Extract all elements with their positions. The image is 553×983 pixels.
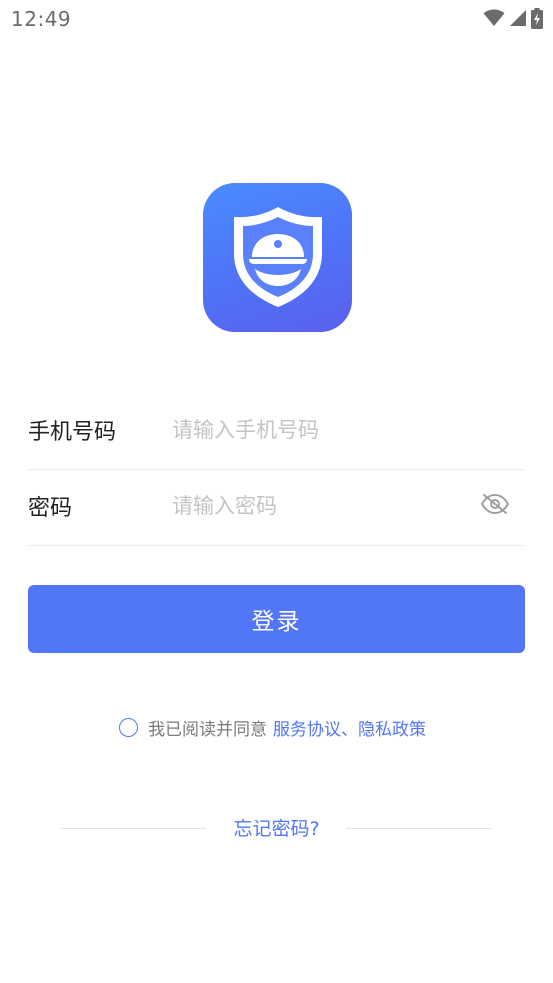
agreement-radio[interactable] (119, 717, 138, 737)
status-time: 12:49 (11, 7, 72, 31)
status-icons (483, 7, 543, 29)
status-bar: 12:49 (0, 0, 553, 38)
eye-off-icon (480, 493, 510, 519)
agreement-link[interactable]: 服务协议、隐私政策 (273, 715, 426, 740)
forgot-password-row: 忘记密码? (61, 814, 492, 844)
password-input[interactable] (172, 485, 472, 526)
password-row: 密码 (28, 466, 525, 546)
login-screen: 12:49 手机号码 请输入手机号码 密码 登录 我已阅读并同意 服务协议、隐私… (0, 0, 553, 983)
password-label: 密码 (28, 495, 73, 521)
wifi-icon (483, 9, 505, 27)
login-button[interactable]: 登录 (28, 585, 525, 653)
agreement-row: 我已阅读并同意 服务协议、隐私政策 (0, 714, 553, 740)
police-shield-icon (228, 201, 328, 315)
divider-right (346, 828, 492, 829)
cellular-signal-icon (509, 9, 527, 27)
phone-row: 手机号码 (28, 390, 525, 470)
phone-input[interactable] (172, 409, 472, 450)
phone-label: 手机号码 (28, 419, 117, 445)
battery-charging-icon (531, 7, 543, 29)
agreement-text: 我已阅读并同意 (148, 719, 267, 740)
app-logo (203, 183, 352, 332)
password-visibility-toggle[interactable] (479, 493, 511, 519)
